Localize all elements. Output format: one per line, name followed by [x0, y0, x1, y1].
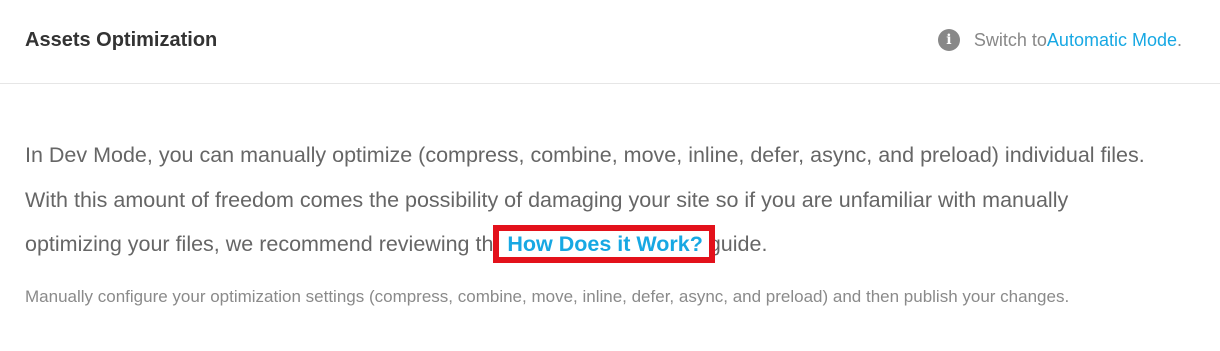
intro-line-1: In Dev Mode, you can manually optimize (… [25, 143, 1145, 167]
intro-line-3-end: guide. [702, 232, 768, 256]
switch-prefix-text: Switch to [973, 30, 1047, 50]
mode-switch: i Switch to Automatic Mode. [937, 27, 1182, 53]
dev-mode-description: In Dev Mode, you can manually optimize (… [25, 133, 1195, 309]
how-does-it-work-link[interactable]: How Does it Work? [493, 225, 715, 263]
switch-suffix-text: . [1176, 30, 1182, 50]
intro-line-3-start: optimizing your files, we recommend revi… [25, 232, 512, 256]
intro-line-3: optimizing your files, we recommend revi… [25, 222, 1195, 267]
page-title: Assets Optimization [25, 29, 218, 51]
intro-paragraph: In Dev Mode, you can manually optimize (… [25, 133, 1195, 267]
assets-optimization-header: Assets Optimization i Switch to Automati… [0, 0, 1220, 84]
configuration-note: Manually configure your optimization set… [25, 286, 1070, 306]
info-icon[interactable]: i [937, 29, 960, 51]
automatic-mode-link[interactable]: Automatic Mode [1047, 27, 1177, 53]
intro-line-2: With this amount of freedom comes the po… [25, 187, 1069, 212]
